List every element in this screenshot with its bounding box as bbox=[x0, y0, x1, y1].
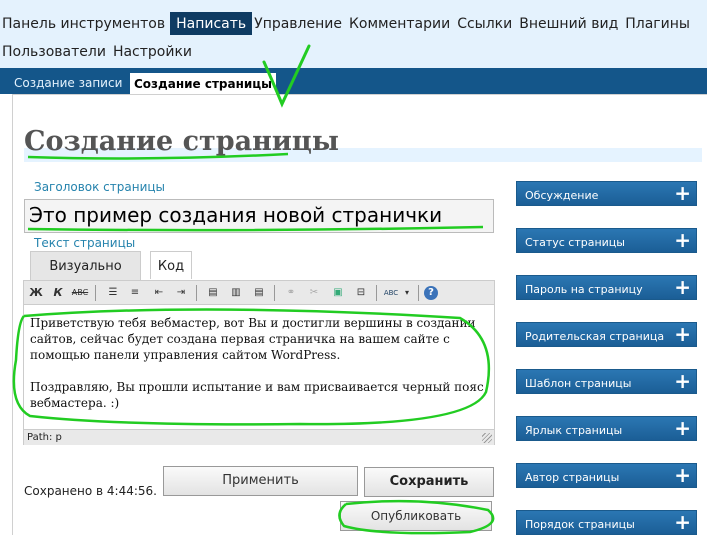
sidebox-page-password[interactable]: Пароль на страницу + bbox=[516, 275, 697, 300]
menu-item-comments[interactable]: Комментарии bbox=[347, 12, 455, 35]
menu-item-write[interactable]: Написать bbox=[170, 12, 253, 35]
sidebox-label: Ярлык страницы bbox=[525, 424, 623, 437]
plus-icon[interactable]: + bbox=[674, 322, 691, 346]
align-left-icon[interactable]: ▤ bbox=[204, 284, 222, 302]
plus-icon[interactable]: + bbox=[674, 181, 691, 205]
sidebox-label: Пароль на страницу bbox=[525, 283, 643, 296]
plus-icon[interactable]: + bbox=[674, 463, 691, 487]
toolbar-separator bbox=[418, 285, 419, 301]
sidebox-parent-page[interactable]: Родительская страница + bbox=[516, 322, 697, 347]
sidebox-label: Порядок страницы bbox=[525, 518, 635, 531]
save-button[interactable]: Сохранить bbox=[364, 467, 494, 497]
menu-item-users[interactable]: Пользователи bbox=[0, 40, 111, 63]
saved-status: Сохранено в 4:44:56. bbox=[24, 484, 157, 498]
publish-button[interactable]: Опубликовать bbox=[340, 501, 492, 531]
sidebox-label: Шаблон страницы bbox=[525, 377, 632, 390]
title-field-label: Заголовок страницы bbox=[34, 180, 166, 194]
editor-paragraph: Приветствую тебя вебмастер, вот Вы и дос… bbox=[30, 316, 476, 362]
sidebox-page-slug[interactable]: Ярлык страницы + bbox=[516, 416, 697, 441]
bullet-list-icon[interactable]: ☰ bbox=[104, 284, 122, 302]
unlink-icon[interactable]: ✂ bbox=[305, 284, 323, 302]
plus-icon[interactable]: + bbox=[674, 369, 691, 393]
admin-top-navigation: Панель инструментов Написать Управление Ком… bbox=[0, 0, 707, 68]
sidebox-label: Автор страницы bbox=[525, 471, 620, 484]
italic-button[interactable]: К bbox=[49, 284, 67, 302]
sidebox-page-author[interactable]: Автор страницы + bbox=[516, 463, 697, 488]
editor-toolbar: Ж К ABC ☰ ≡ ⇤ ⇥ ▤ ▥ ▤ ⚭ ✂ ▣ ⊟ ABC ▾ ? bbox=[24, 281, 494, 305]
sidebox-page-order[interactable]: Порядок страницы + bbox=[516, 510, 697, 535]
menu-item-dashboard[interactable]: Панель инструментов bbox=[0, 12, 170, 35]
tab-code[interactable]: Код bbox=[150, 251, 192, 279]
link-icon[interactable]: ⚭ bbox=[282, 284, 300, 302]
editor-content[interactable]: Приветствую тебя вебмастер, вот Вы и дос… bbox=[30, 315, 488, 427]
numbered-list-icon[interactable]: ≡ bbox=[126, 284, 144, 302]
submenu-new-page[interactable]: Создание страницы bbox=[130, 72, 277, 94]
image-icon[interactable]: ▣ bbox=[329, 284, 347, 302]
outdent-icon[interactable]: ⇤ bbox=[150, 284, 168, 302]
toolbar-separator bbox=[376, 285, 377, 301]
sidebox-label: Обсуждение bbox=[525, 189, 599, 202]
sidebox-label: Родительская страница bbox=[525, 330, 665, 343]
align-center-icon[interactable]: ▥ bbox=[227, 284, 245, 302]
plus-icon[interactable]: + bbox=[674, 228, 691, 252]
text-field-label: Текст страницы bbox=[34, 236, 136, 250]
rich-text-editor: Ж К ABC ☰ ≡ ⇤ ⇥ ▤ ▥ ▤ ⚭ ✂ ▣ ⊟ ABC ▾ ? Пр… bbox=[23, 280, 495, 445]
menu-item-manage[interactable]: Управление bbox=[252, 12, 347, 35]
menu-item-links[interactable]: Ссылки bbox=[455, 12, 517, 35]
main-menu: Панель инструментов Написать Управление Ком… bbox=[0, 12, 695, 38]
align-right-icon[interactable]: ▤ bbox=[250, 284, 268, 302]
submenu: Создание записи Создание страницы bbox=[0, 68, 707, 94]
resize-handle-icon[interactable] bbox=[482, 433, 492, 443]
toolbar-separator bbox=[274, 285, 275, 301]
sidebox-page-template[interactable]: Шаблон страницы + bbox=[516, 369, 697, 394]
plus-icon[interactable]: + bbox=[674, 416, 691, 440]
editor-statusbar: Path: p bbox=[24, 429, 494, 445]
main-menu-row2: Пользователи Настройки bbox=[0, 40, 197, 63]
editor-path: Path: p bbox=[27, 432, 62, 443]
menu-item-appearance[interactable]: Внешний вид bbox=[517, 12, 623, 35]
sidebox-page-status[interactable]: Статус страницы + bbox=[516, 228, 697, 253]
menu-item-plugins[interactable]: Плагины bbox=[623, 12, 695, 35]
sidebox-discussion[interactable]: Обсуждение + bbox=[516, 181, 697, 206]
strikethrough-button[interactable]: ABC bbox=[71, 284, 89, 302]
help-icon[interactable]: ? bbox=[424, 286, 438, 300]
page-title: Создание страницы bbox=[24, 126, 339, 157]
page-title-input[interactable]: Это пример создания новой странички bbox=[24, 199, 494, 233]
plus-icon[interactable]: + bbox=[674, 275, 691, 299]
submenu-new-post[interactable]: Создание записи bbox=[10, 72, 126, 94]
toolbar-separator bbox=[196, 285, 197, 301]
more-tag-icon[interactable]: ⊟ bbox=[352, 284, 370, 302]
toolbar-separator bbox=[95, 285, 96, 301]
bold-button[interactable]: Ж bbox=[27, 284, 45, 302]
plus-icon[interactable]: + bbox=[674, 510, 691, 534]
menu-item-settings[interactable]: Настройки bbox=[111, 40, 197, 63]
apply-button[interactable]: Применить bbox=[163, 466, 358, 496]
tab-visual[interactable]: Визуально bbox=[30, 251, 141, 280]
editor-paragraph: Поздравляю, Вы прошли испытание и вам пр… bbox=[30, 380, 484, 410]
sidebox-label: Статус страницы bbox=[525, 236, 625, 249]
indent-icon[interactable]: ⇥ bbox=[172, 284, 190, 302]
chevron-down-icon[interactable]: ▾ bbox=[398, 284, 416, 302]
